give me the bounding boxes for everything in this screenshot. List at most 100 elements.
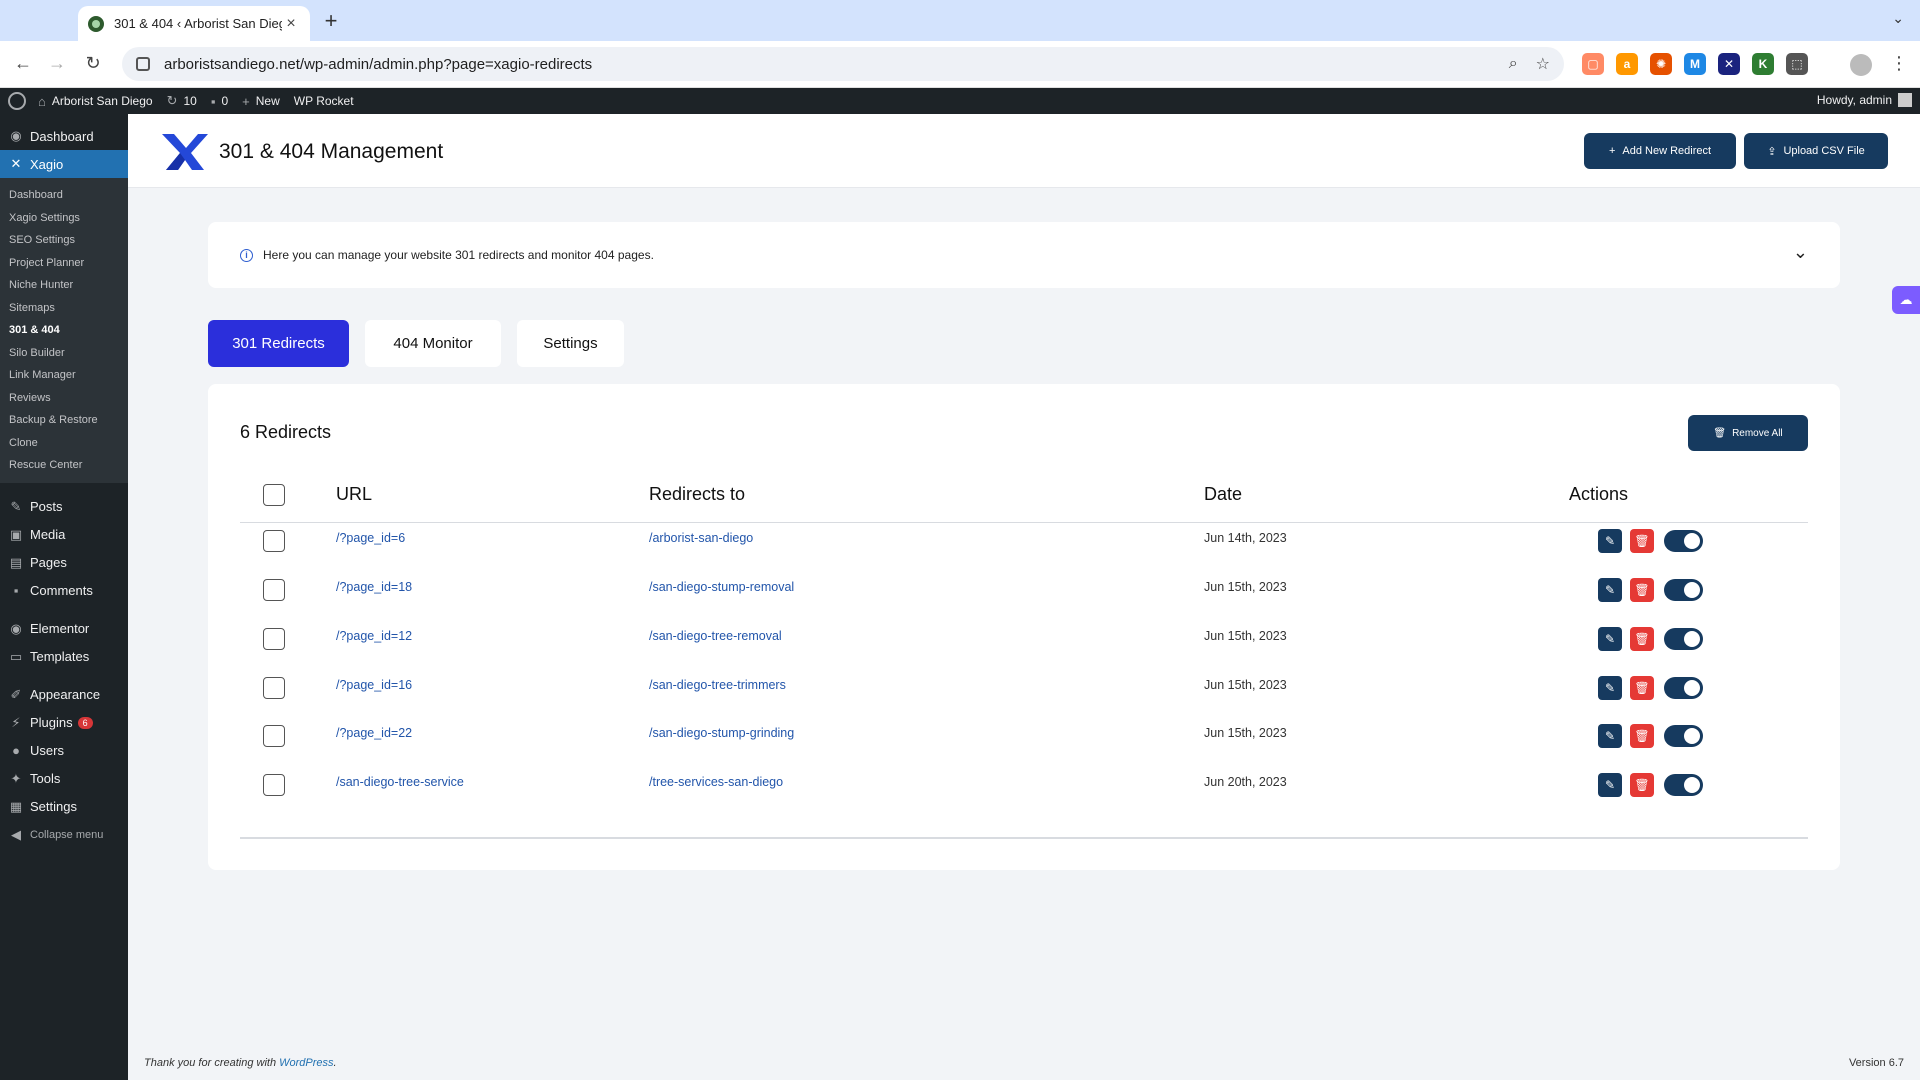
adminbar-wp-rocket[interactable]: WP Rocket — [294, 94, 354, 108]
ext-4-icon[interactable]: M — [1684, 53, 1706, 75]
enable-redirect-toggle[interactable] — [1664, 677, 1703, 699]
submenu-backup-restore[interactable]: Backup & Restore — [0, 409, 128, 432]
info-panel[interactable]: i Here you can manage your website 301 r… — [208, 222, 1840, 288]
menu-templates[interactable]: ▭ Templates — [0, 643, 128, 671]
row-checkbox[interactable] — [263, 530, 285, 552]
submenu-seo-settings[interactable]: SEO Settings — [0, 229, 128, 252]
ext-6-icon[interactable]: K — [1752, 53, 1774, 75]
submenu-clone[interactable]: Clone — [0, 432, 128, 455]
submenu-reviews[interactable]: Reviews — [0, 387, 128, 410]
row-redirects-to-link[interactable]: /san-diego-stump-removal — [649, 580, 794, 594]
chat-widget-icon[interactable]: ☁ — [1892, 286, 1920, 314]
submenu-dashboard[interactable]: Dashboard — [0, 184, 128, 207]
bookmark-star-icon[interactable]: ☆ — [1536, 54, 1550, 74]
menu-settings[interactable]: ▦ Settings — [0, 793, 128, 821]
reload-icon[interactable]: ↻ — [82, 53, 104, 74]
delete-redirect-button[interactable]: 🗑 — [1630, 676, 1654, 700]
row-checkbox[interactable] — [263, 774, 285, 796]
site-info-icon[interactable] — [136, 57, 150, 71]
browser-tab[interactable]: 301 & 404 ‹ Arborist San Diego × — [78, 6, 310, 41]
delete-redirect-button[interactable]: 🗑 — [1630, 773, 1654, 797]
delete-redirect-button[interactable]: 🗑 — [1630, 578, 1654, 602]
enable-redirect-toggle[interactable] — [1664, 725, 1703, 747]
row-url-link[interactable]: /?page_id=16 — [336, 678, 412, 692]
row-redirects-to-link[interactable]: /san-diego-stump-grinding — [649, 726, 794, 740]
address-url[interactable]: arboristsandiego.net/wp-admin/admin.php?… — [164, 56, 1491, 73]
menu-posts[interactable]: ✎ Posts — [0, 493, 128, 521]
row-redirects-to-link[interactable]: /san-diego-tree-removal — [649, 629, 782, 643]
tab-settings[interactable]: Settings — [517, 320, 624, 367]
delete-redirect-button[interactable]: 🗑 — [1630, 724, 1654, 748]
submenu-link-manager[interactable]: Link Manager — [0, 364, 128, 387]
upload-csv-button[interactable]: ⇪ Upload CSV File — [1744, 133, 1888, 169]
submenu-silo-builder[interactable]: Silo Builder — [0, 342, 128, 365]
enable-redirect-toggle[interactable] — [1664, 774, 1703, 796]
menu-tools[interactable]: ✦ Tools — [0, 765, 128, 793]
row-checkbox[interactable] — [263, 579, 285, 601]
ext-3-icon[interactable]: ✺ — [1650, 53, 1672, 75]
delete-redirect-button[interactable]: 🗑 — [1630, 529, 1654, 553]
add-new-redirect-button[interactable]: + Add New Redirect — [1584, 133, 1736, 169]
row-checkbox[interactable] — [263, 628, 285, 650]
row-url-link[interactable]: /?page_id=6 — [336, 531, 405, 545]
submenu-niche-hunter[interactable]: Niche Hunter — [0, 274, 128, 297]
submenu-sitemaps[interactable]: Sitemaps — [0, 297, 128, 320]
ext-5-icon[interactable]: ✕ — [1718, 53, 1740, 75]
adminbar-account[interactable]: Howdy, admin — [1817, 93, 1912, 107]
row-redirects-to-link[interactable]: /san-diego-tree-trimmers — [649, 678, 786, 692]
ext-2-icon[interactable]: a — [1616, 53, 1638, 75]
new-tab-button[interactable]: + — [320, 8, 342, 34]
submenu-xagio-settings[interactable]: Xagio Settings — [0, 207, 128, 230]
back-arrow-icon[interactable]: ← — [12, 53, 34, 74]
ext-1-icon[interactable]: ▢ — [1582, 53, 1604, 75]
row-checkbox[interactable] — [263, 677, 285, 699]
menu-plugins[interactable]: ⚡ Plugins 6 — [0, 709, 128, 737]
profile-avatar[interactable] — [1850, 54, 1872, 76]
menu-elementor[interactable]: ◉ Elementor — [0, 615, 128, 643]
menu-users[interactable]: ● Users — [0, 737, 128, 765]
zoom-icon[interactable]: ⌕ — [1509, 55, 1518, 73]
select-all-checkbox[interactable] — [263, 484, 285, 506]
wordpress-link[interactable]: WordPress — [279, 1057, 333, 1069]
menu-media[interactable]: ▣ Media — [0, 521, 128, 549]
edit-redirect-button[interactable]: ✎ — [1598, 773, 1622, 797]
menu-xagio[interactable]: ✕ Xagio — [0, 150, 128, 178]
close-tab-icon[interactable]: × — [282, 15, 300, 33]
adminbar-new[interactable]: + New — [242, 94, 280, 109]
enable-redirect-toggle[interactable] — [1664, 628, 1703, 650]
address-bar[interactable]: arboristsandiego.net/wp-admin/admin.php?… — [122, 47, 1564, 81]
wordpress-logo-icon[interactable] — [8, 92, 26, 110]
tab-search-chevron-icon[interactable]: ⌄ — [1892, 10, 1904, 27]
row-url-link[interactable]: /?page_id=22 — [336, 726, 412, 740]
edit-redirect-button[interactable]: ✎ — [1598, 724, 1622, 748]
edit-redirect-button[interactable]: ✎ — [1598, 627, 1622, 651]
adminbar-updates[interactable]: ↻ 10 — [167, 93, 197, 109]
menu-comments[interactable]: ▪ Comments — [0, 577, 128, 605]
row-url-link[interactable]: /?page_id=12 — [336, 629, 412, 643]
tab-301-redirects[interactable]: 301 Redirects — [208, 320, 349, 367]
browser-menu-icon[interactable]: ⋮ — [1890, 53, 1908, 74]
row-url-link[interactable]: /san-diego-tree-service — [336, 775, 464, 789]
submenu-301-404[interactable]: 301 & 404 — [0, 319, 128, 342]
collapse-menu-button[interactable]: ◀ Collapse menu — [0, 821, 128, 849]
ext-7-icon[interactable]: ⬚ — [1786, 53, 1808, 75]
adminbar-site-link[interactable]: ⌂ Arborist San Diego — [38, 94, 153, 109]
menu-dashboard[interactable]: ◉ Dashboard — [0, 122, 128, 150]
row-url-link[interactable]: /?page_id=18 — [336, 580, 412, 594]
menu-appearance[interactable]: ✐ Appearance — [0, 681, 128, 709]
menu-pages[interactable]: ▤ Pages — [0, 549, 128, 577]
adminbar-comments[interactable]: ▪ 0 — [211, 94, 228, 109]
enable-redirect-toggle[interactable] — [1664, 530, 1703, 552]
delete-redirect-button[interactable]: 🗑 — [1630, 627, 1654, 651]
edit-redirect-button[interactable]: ✎ — [1598, 529, 1622, 553]
edit-redirect-button[interactable]: ✎ — [1598, 578, 1622, 602]
submenu-project-planner[interactable]: Project Planner — [0, 252, 128, 275]
edit-redirect-button[interactable]: ✎ — [1598, 676, 1622, 700]
forward-arrow-icon[interactable]: → — [46, 53, 68, 74]
enable-redirect-toggle[interactable] — [1664, 579, 1703, 601]
chevron-down-icon[interactable]: ⌄ — [1793, 242, 1808, 263]
row-redirects-to-link[interactable]: /arborist-san-diego — [649, 531, 753, 545]
remove-all-button[interactable]: 🗑 Remove All — [1688, 415, 1808, 451]
row-redirects-to-link[interactable]: /tree-services-san-diego — [649, 775, 783, 789]
row-checkbox[interactable] — [263, 725, 285, 747]
